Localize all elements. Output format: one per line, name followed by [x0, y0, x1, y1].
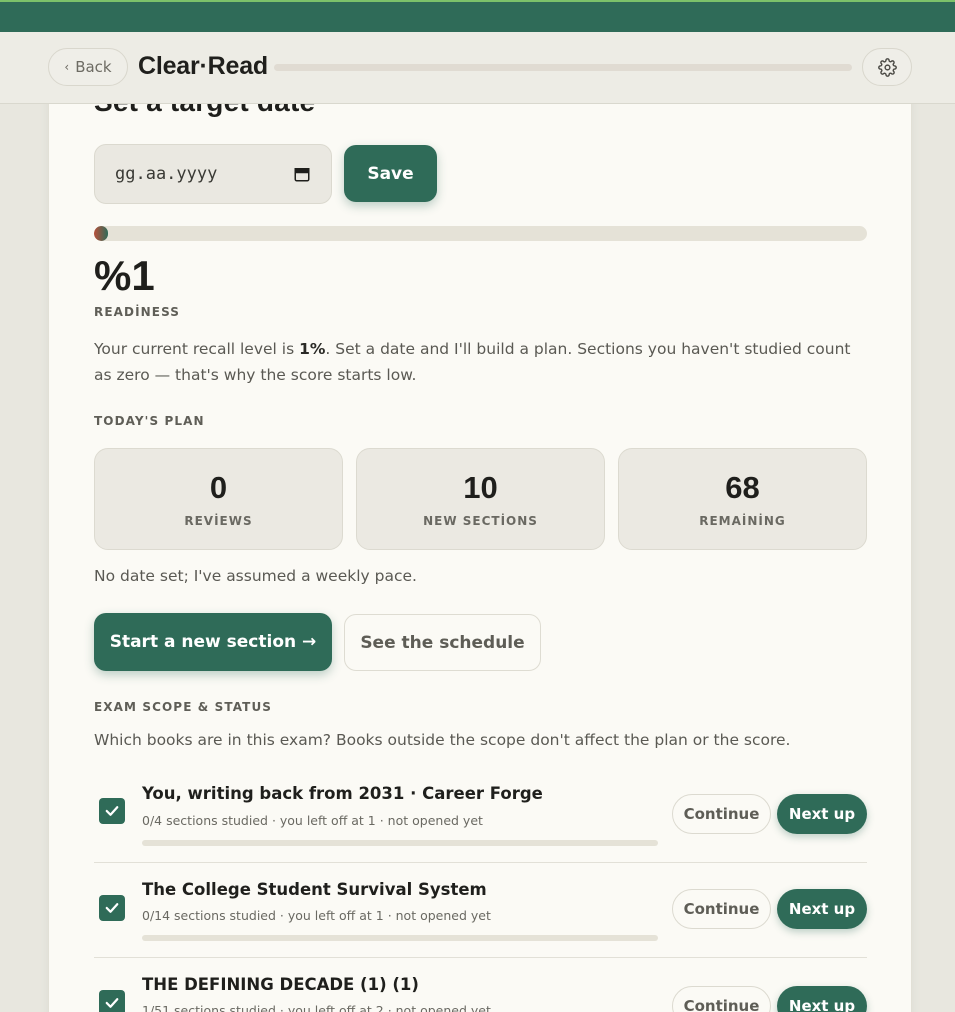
check-icon	[105, 998, 119, 1008]
pace-note: No date set; I've assumed a weekly pace.	[94, 567, 417, 585]
gear-icon	[877, 57, 897, 77]
book-progress-bar	[142, 840, 658, 846]
continue-button[interactable]: Continue	[672, 986, 771, 1012]
stat-value: 68	[725, 470, 760, 505]
book-meta: 0/4 sections studied · you left off at 1…	[142, 813, 483, 828]
start-new-section-button[interactable]: Start a new section →	[94, 613, 332, 671]
back-button[interactable]: ‹ Back	[48, 48, 128, 86]
calendar-icon[interactable]	[293, 165, 311, 183]
continue-button[interactable]: Continue	[672, 794, 771, 834]
date-placeholder: gg.aa.yyyy	[115, 164, 218, 184]
readiness-label: READİNESS	[94, 305, 181, 319]
see-schedule-button[interactable]: See the schedule	[344, 614, 541, 671]
book-title: THE DEFINING DECADE (1) (1)	[142, 975, 419, 994]
book-in-scope-checkbox[interactable]	[99, 798, 125, 824]
readiness-description: Your current recall level is 1%. Set a d…	[94, 340, 851, 384]
next-up-button[interactable]: Next up	[777, 986, 867, 1012]
book-meta: 1/51 sections studied · you left off at …	[142, 1003, 491, 1012]
book-progress-bar	[142, 935, 658, 941]
readiness-value: %1	[94, 252, 155, 299]
book-row: The College Student Survival System 0/14…	[94, 863, 867, 958]
book-meta: 0/14 sections studied · you left off at …	[142, 908, 491, 923]
stat-value: 10	[463, 470, 498, 505]
continue-button[interactable]: Continue	[672, 889, 771, 929]
readiness-progress-fill	[94, 226, 108, 241]
chevron-left-icon: ‹	[64, 60, 70, 74]
stat-new-sections: 10 NEW SECTİONS	[356, 448, 605, 550]
app-header: ‹ Back Clear·Read	[0, 32, 955, 104]
book-row: You, writing back from 2031 · Career For…	[94, 768, 867, 863]
header-progress-track	[274, 64, 852, 71]
book-in-scope-checkbox[interactable]	[99, 990, 125, 1012]
stat-label: REMAİNİNG	[699, 514, 786, 528]
next-up-button[interactable]: Next up	[777, 889, 867, 929]
settings-button[interactable]	[862, 48, 912, 86]
back-label: Back	[75, 58, 112, 76]
todays-plan-heading: TODAY'S PLAN	[94, 414, 205, 428]
stat-label: REVİEWS	[184, 514, 253, 528]
top-accent-bar	[0, 0, 955, 32]
next-up-button[interactable]: Next up	[777, 794, 867, 834]
readiness-percent: 1%	[299, 340, 326, 358]
book-in-scope-checkbox[interactable]	[99, 895, 125, 921]
readiness-progress-bar	[94, 226, 867, 241]
book-title: The College Student Survival System	[142, 880, 487, 899]
check-icon	[105, 903, 119, 913]
target-date-input[interactable]: gg.aa.yyyy	[94, 144, 332, 204]
book-row: THE DEFINING DECADE (1) (1) 1/51 section…	[94, 958, 867, 1012]
book-title: You, writing back from 2031 · Career For…	[142, 784, 543, 803]
stat-reviews: 0 REVİEWS	[94, 448, 343, 550]
exam-scope-description: Which books are in this exam? Books outs…	[94, 731, 791, 749]
exam-scope-heading: EXAM SCOPE & STATUS	[94, 700, 273, 714]
app-brand: Clear·Read	[138, 52, 268, 80]
stat-remaining: 68 REMAİNİNG	[618, 448, 867, 550]
save-button[interactable]: Save	[344, 145, 437, 202]
check-icon	[105, 806, 119, 816]
stat-value: 0	[209, 470, 228, 505]
stat-label: NEW SECTİONS	[423, 514, 538, 528]
